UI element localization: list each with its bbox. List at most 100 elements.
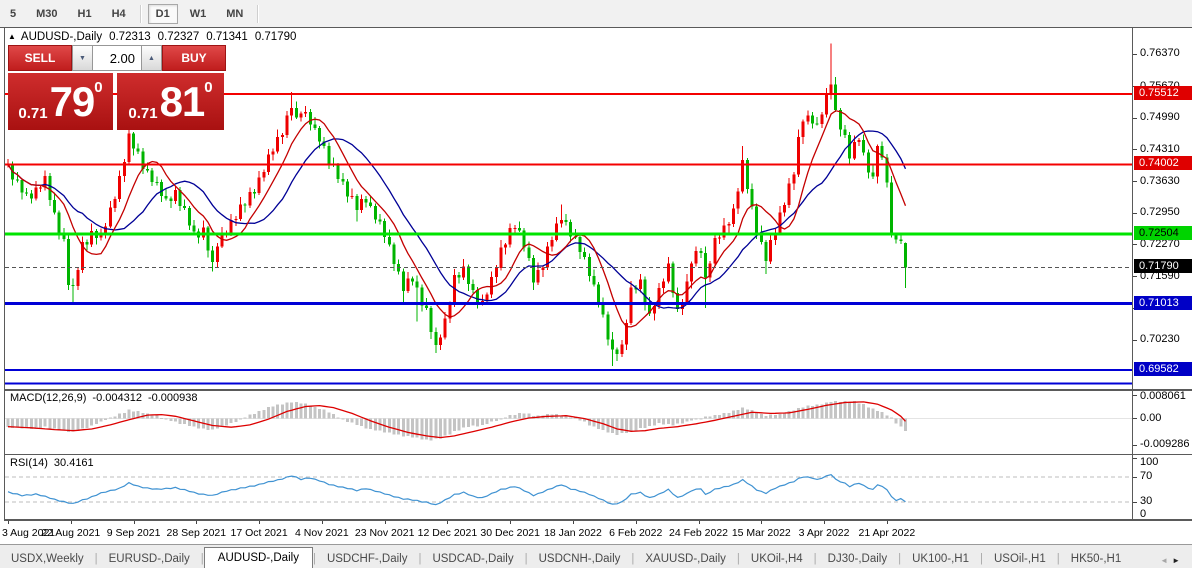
macd-bar [25, 418, 29, 428]
macd-bar [332, 413, 335, 419]
tab-audusd-daily[interactable]: AUDUSD-,Daily [203, 547, 313, 568]
tab-usoil-h1[interactable]: USOil-,H1 [983, 549, 1057, 568]
candle-body [564, 219, 568, 223]
macd-bar [806, 405, 810, 419]
macd-bar [411, 418, 415, 438]
candle-body [271, 151, 275, 155]
tab-ukoil-h4[interactable]: UKOil-,H4 [740, 549, 814, 568]
macd-bar [857, 403, 861, 419]
macd-bar [680, 418, 684, 424]
buy-button[interactable]: BUY [162, 45, 226, 71]
macd-bar [504, 417, 508, 419]
macd-bar [243, 417, 247, 419]
candle-body [606, 314, 610, 340]
macd-bar [890, 417, 893, 419]
macd-bar [750, 410, 754, 419]
sell-price-display[interactable]: 0.71 79 0 [8, 73, 113, 130]
candle-body [318, 127, 322, 142]
volume-decrease-button[interactable]: ▼ [72, 45, 93, 71]
macd-bar [518, 413, 521, 419]
macd-bar [122, 412, 126, 419]
buy-price-prefix: 0.71 [128, 105, 158, 122]
macd-bar [127, 409, 131, 419]
candle-body [257, 177, 261, 194]
volume-input[interactable] [93, 45, 141, 71]
macd-bar [759, 413, 763, 419]
macd-bar [420, 418, 424, 440]
macd-bar [597, 418, 601, 429]
macd-bar [387, 418, 391, 433]
candle-body [25, 192, 29, 194]
tab-usdx-weekly[interactable]: USDX,Weekly [0, 549, 95, 568]
macd-bar [764, 416, 768, 419]
candle-body [866, 152, 870, 173]
candle-body [187, 208, 191, 226]
tab-usdcnh-daily[interactable]: USDCNH-,Daily [528, 549, 632, 568]
candle-body [899, 239, 903, 241]
candle-body [457, 274, 461, 278]
macd-bar [569, 417, 573, 419]
chart-title: ▲ AUDUSD-,Daily 0.72313 0.72327 0.71341 0.717… [8, 31, 296, 43]
tab-scroll-left-icon[interactable]: ◄ [1160, 556, 1172, 565]
candle-body [769, 239, 773, 262]
candle-body [722, 225, 726, 238]
candle-body [141, 151, 145, 169]
tab-uk100-h1[interactable]: UK100-,H1 [901, 549, 980, 568]
candle-body [192, 225, 196, 232]
macd-bar [308, 406, 312, 419]
tab-usdchf-daily[interactable]: USDCHF-,Daily [316, 549, 419, 568]
macd-bar [248, 414, 252, 419]
macd-signal-value: -0.000938 [147, 392, 198, 404]
buy-price-display[interactable]: 0.71 81 0 [117, 73, 224, 130]
candle-body [615, 349, 619, 354]
candle-body [662, 281, 666, 288]
macd-bar [848, 402, 852, 419]
candle-body [824, 93, 828, 115]
macd-bar [164, 418, 168, 420]
macd-bar [755, 413, 759, 419]
candle-body [792, 174, 796, 184]
macd-bar [801, 407, 805, 419]
macd-bar [48, 418, 52, 429]
candle-body [346, 181, 349, 197]
macd-bar [173, 418, 177, 422]
candle-body [425, 305, 428, 308]
macd-bar [494, 418, 498, 422]
macd-bar [838, 402, 842, 419]
macd-bar [708, 416, 712, 419]
sell-button[interactable]: SELL [8, 45, 72, 71]
candle-body [239, 204, 242, 219]
macd-bar [150, 415, 154, 419]
tab-xauusd-daily[interactable]: XAUUSD-,Daily [634, 549, 737, 568]
macd-bar [666, 418, 670, 425]
volume-increase-button[interactable]: ▲ [141, 45, 162, 71]
macd-bar [262, 409, 266, 419]
candle-body [71, 285, 75, 286]
candle-body [276, 136, 280, 152]
candle-body [541, 267, 545, 270]
macd-bar [797, 407, 800, 419]
macd-bar [169, 418, 173, 421]
candle-body [783, 204, 787, 213]
candle-body [699, 251, 703, 253]
macd-bar [322, 409, 326, 419]
candle-body [313, 124, 317, 128]
macd-bar [615, 418, 619, 436]
tab-usdcad-daily[interactable]: USDCAD-,Daily [421, 549, 524, 568]
candle-body [532, 257, 535, 283]
price-level-badge: 0.72504 [1134, 226, 1192, 241]
tab-scroll-arrows: ◄► [1152, 552, 1192, 568]
macd-bar [471, 418, 475, 426]
tab-scroll-right-icon[interactable]: ► [1172, 556, 1184, 565]
candle-body [694, 251, 698, 264]
candle-body [852, 141, 856, 159]
tab-dj30-daily[interactable]: DJ30-,Daily [817, 549, 898, 568]
macd-bar [104, 418, 108, 421]
collapse-panel-icon[interactable]: ▲ [8, 32, 16, 41]
tab-eurusd-daily[interactable]: EURUSD-,Daily [98, 549, 201, 568]
macd-bar [620, 418, 624, 434]
macd-bar [43, 418, 47, 427]
tab-hk50-h1[interactable]: HK50-,H1 [1060, 549, 1133, 568]
macd-bar [704, 416, 707, 419]
candle-body [704, 252, 707, 278]
